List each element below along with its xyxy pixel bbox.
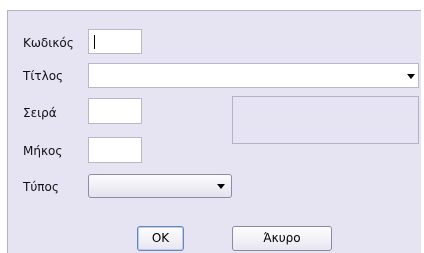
series-input[interactable] [88,98,142,124]
type-label: Τύπος [23,180,59,194]
title-dropdown[interactable] [88,63,419,88]
info-box [232,96,419,144]
text-caret [94,35,95,49]
type-dropdown[interactable] [88,174,232,198]
series-label: Σειρά [23,106,57,120]
title-label: Τίτλος [23,69,64,83]
chevron-down-icon[interactable] [407,74,415,79]
code-label: Κωδικός [23,36,74,50]
length-input[interactable] [88,137,142,163]
length-label: Μήκος [23,144,63,158]
ok-button[interactable]: OK [137,226,184,251]
code-input[interactable] [88,29,142,54]
chevron-down-icon[interactable] [217,184,225,189]
cancel-button[interactable]: Άκυρο [232,226,332,251]
